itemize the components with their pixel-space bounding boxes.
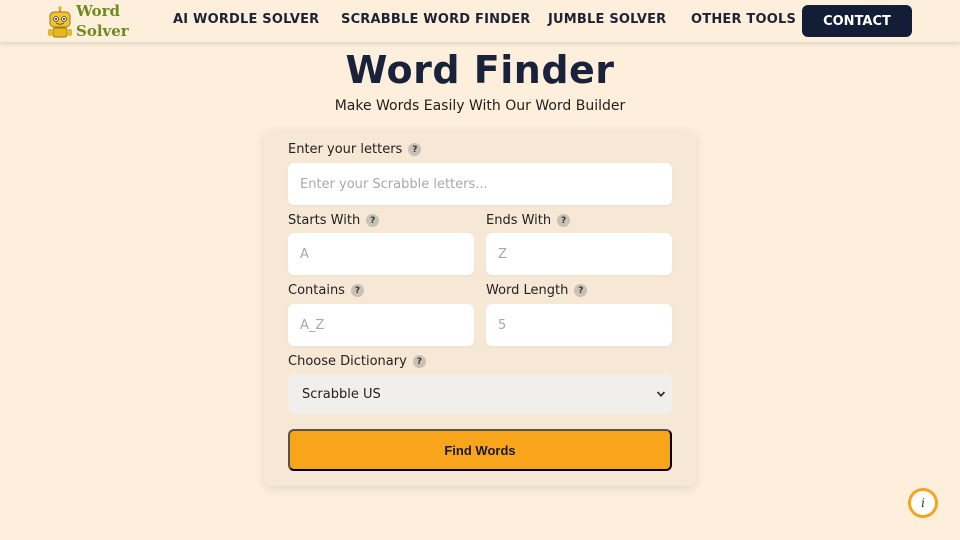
nav-other-tools[interactable]: OTHER TOOLS [691, 12, 796, 27]
logo-text-line2: Solver [76, 22, 129, 40]
word-length-label: Word Length ? [486, 283, 588, 298]
dictionary-select[interactable]: Scrabble US [288, 374, 672, 414]
letters-label-text: Enter your letters [288, 142, 403, 157]
starts-with-help-icon[interactable]: ? [366, 214, 380, 227]
nav-scrabble-word-finder[interactable]: SCRABBLE WORD FINDER [341, 12, 530, 27]
letters-input[interactable] [288, 163, 672, 205]
site-logo[interactable]: Word Solver [46, 2, 136, 40]
find-words-button[interactable]: Find Words [288, 429, 672, 471]
logo-text-line1: Word [76, 2, 121, 20]
nav-ai-wordle-solver[interactable]: AI WORDLE SOLVER [173, 12, 319, 27]
word-length-help-icon[interactable]: ? [574, 284, 588, 297]
word-finder-form: Enter your letters ? Starts With ? Ends … [264, 130, 696, 486]
contains-help-icon[interactable]: ? [350, 284, 364, 297]
chevron-down-icon [656, 391, 666, 397]
page-subtitle: Make Words Easily With Our Word Builder [334, 98, 626, 114]
page-title: Word Finder [345, 48, 615, 92]
contains-label: Contains ? [288, 283, 364, 298]
ends-with-label-text: Ends With [486, 213, 552, 228]
dictionary-selected-value: Scrabble US [302, 386, 381, 402]
robot-mascot-icon [48, 6, 72, 38]
dictionary-label-text: Choose Dictionary [288, 354, 407, 369]
letters-label: Enter your letters ? [288, 142, 422, 157]
contains-label-text: Contains [288, 283, 345, 298]
contact-button[interactable]: CONTACT [802, 5, 912, 37]
word-length-input[interactable] [486, 304, 672, 346]
starts-with-label: Starts With ? [288, 213, 380, 228]
info-button[interactable]: i [908, 488, 938, 518]
starts-with-input[interactable] [288, 233, 474, 275]
ends-with-label: Ends With ? [486, 213, 571, 228]
nav-jumble-solver[interactable]: JUMBLE SOLVER [548, 12, 666, 27]
ends-with-input[interactable] [486, 233, 672, 275]
ends-with-help-icon[interactable]: ? [557, 214, 571, 227]
dictionary-label: Choose Dictionary ? [288, 354, 426, 369]
starts-with-label-text: Starts With [288, 213, 361, 228]
contains-input[interactable] [288, 304, 474, 346]
top-navbar: Word Solver AI WORDLE SOLVER SCRABBLE WO… [0, 0, 960, 42]
info-icon: i [921, 496, 925, 510]
letters-help-icon[interactable]: ? [408, 143, 422, 156]
word-length-label-text: Word Length [486, 283, 569, 298]
dictionary-help-icon[interactable]: ? [412, 355, 426, 368]
